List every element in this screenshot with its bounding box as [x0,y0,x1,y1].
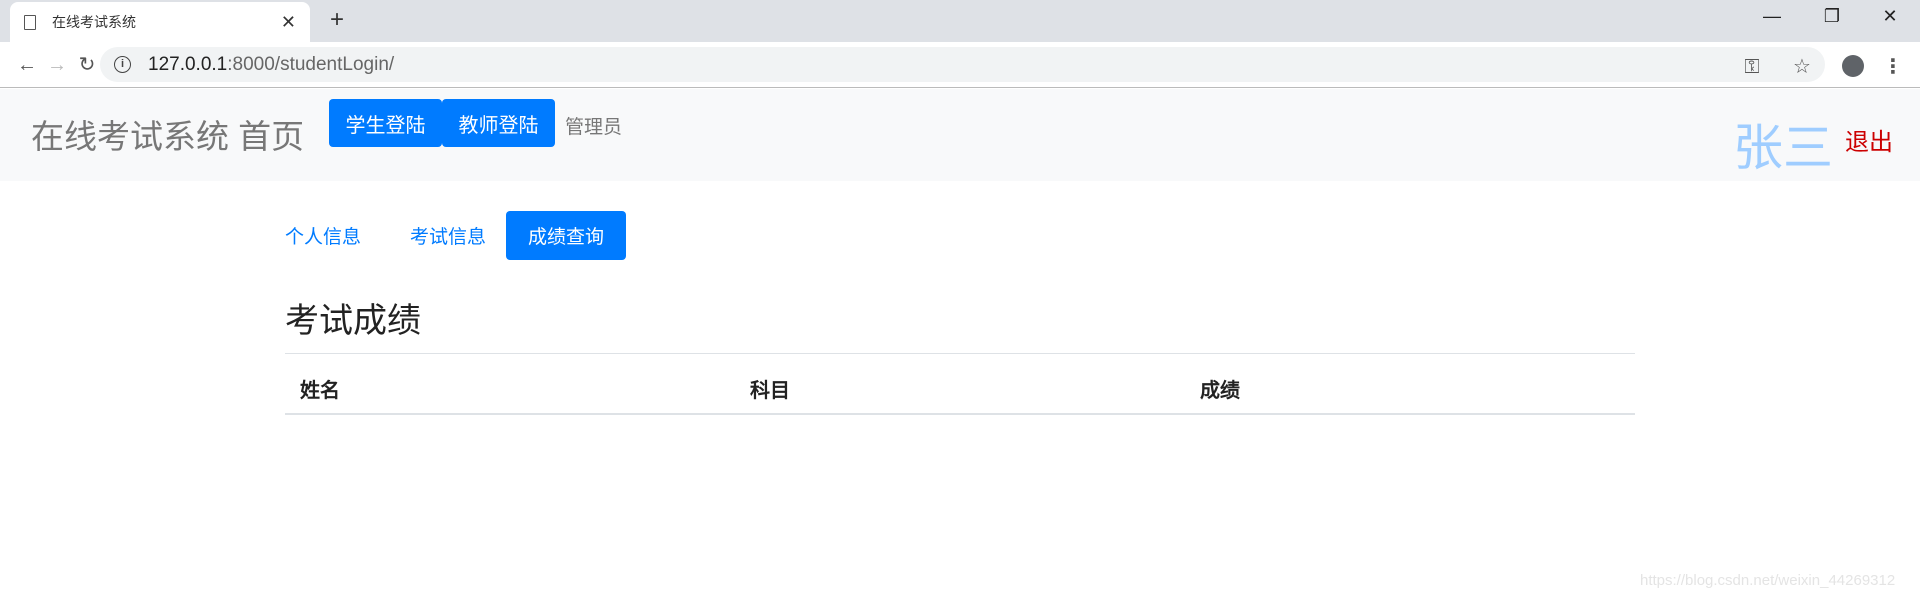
menu-icon[interactable]: ⋮ [1878,52,1908,82]
logout-link[interactable]: 退出 [1845,122,1893,157]
pill-exam-info[interactable]: 考试信息 [398,211,498,260]
key-icon[interactable]: ⚿ [1737,52,1767,82]
back-button[interactable]: ← [12,50,42,80]
reload-button[interactable]: ↻ [72,50,102,80]
brand-link[interactable]: 在线考试系统 首页 [31,110,304,158]
account-icon[interactable] [1842,55,1864,77]
pill-personal-info[interactable]: 个人信息 [278,211,368,260]
score-table [285,353,1635,415]
browser-tab[interactable]: 在线考试系统 ✕ [10,2,310,42]
user-name: 张三 [1733,120,1833,176]
teacher-login-button[interactable]: 教师登陆 [442,99,555,147]
tab-title: 在线考试系统 [52,14,136,30]
watermark: https://blog.csdn.net/weixin_44269312 [1640,572,1896,589]
forward-button[interactable]: → [42,50,72,80]
close-tab-icon[interactable]: ✕ [281,12,296,33]
column-header-subject: 科目 [750,380,790,402]
student-login-button[interactable]: 学生登陆 [329,99,442,147]
admin-link[interactable]: 管理员 [565,112,622,139]
new-tab-button[interactable]: + [322,6,352,36]
url-path: :8000/studentLogin/ [227,53,395,75]
document-icon [24,14,36,30]
address-bar[interactable]: i 127.0.0.1:8000/studentLogin/ [100,47,1825,82]
restore-button[interactable]: ❐ [1812,6,1852,36]
close-window-button[interactable]: ✕ [1870,6,1910,36]
column-header-score: 成绩 [1200,380,1240,402]
star-icon[interactable]: ☆ [1787,52,1817,82]
column-header-name: 姓名 [300,380,340,402]
minimize-button[interactable]: — [1752,6,1792,36]
page-title: 考试成绩 [285,302,421,340]
info-icon[interactable]: i [114,56,131,73]
url-host: 127.0.0.1 [148,53,228,75]
pill-score-query[interactable]: 成绩查询 [506,211,626,260]
